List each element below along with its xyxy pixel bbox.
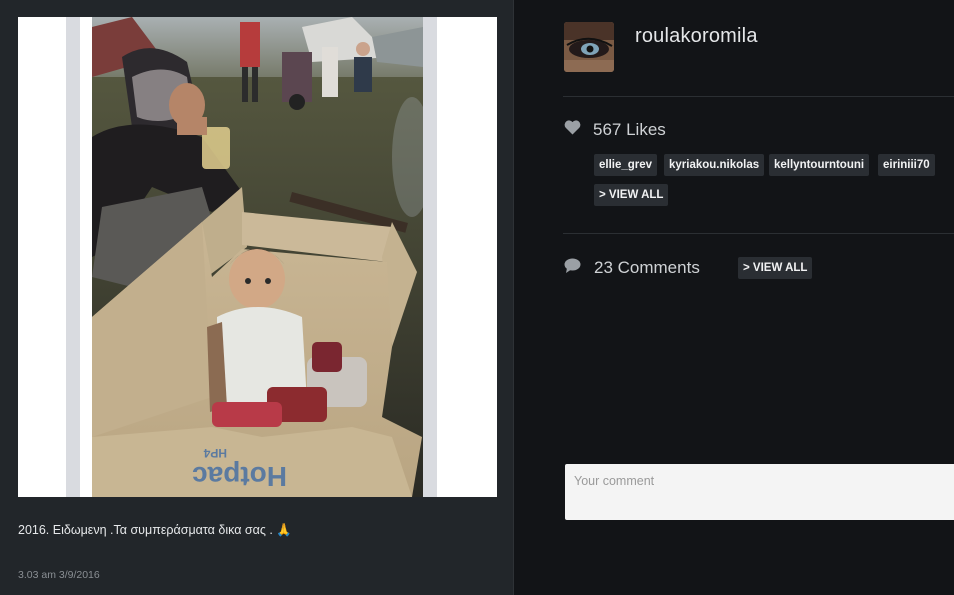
liker-tag[interactable]: ellie_grev: [594, 154, 658, 176]
post-photo-illustration: Hotpac HP4: [92, 17, 423, 497]
comments-view-all-button[interactable]: > VIEW ALL: [738, 257, 813, 279]
likes-view-all-button[interactable]: > VIEW ALL: [594, 184, 669, 206]
photo-border-left: [66, 17, 80, 497]
speech-bubble-icon: [564, 258, 581, 278]
avatar-image: [564, 22, 614, 72]
profile-avatar[interactable]: [564, 22, 614, 72]
comments-summary: 23 Comments: [564, 256, 700, 280]
post-photo[interactable]: Hotpac HP4: [92, 17, 423, 497]
svg-text:HP4: HP4: [203, 446, 227, 460]
post-caption: 2016. Ειδωμενη .Τα συμπεράσματα δικα σας…: [18, 523, 292, 537]
comment-input[interactable]: [565, 464, 954, 520]
liker-tag[interactable]: eiriniii70: [878, 154, 935, 176]
post-photo-frame[interactable]: Hotpac HP4: [18, 17, 497, 497]
svg-text:Hotpac: Hotpac: [192, 461, 287, 492]
divider-middle: [563, 233, 954, 234]
liker-tag[interactable]: kellyntourntouni: [769, 154, 870, 176]
heart-icon: [564, 120, 581, 140]
likes-count: 567 Likes: [593, 120, 666, 139]
divider-top: [563, 96, 954, 97]
liker-tag[interactable]: kyriakou.nikolas: [664, 154, 765, 176]
likes-summary: 567 Likes: [564, 119, 666, 141]
photo-border-right: [423, 17, 437, 497]
post-timestamp: 3.03 am 3/9/2016: [18, 569, 100, 581]
post-media-panel: Hotpac HP4 2016. Ειδωμενη .Τα συμπεράσμα…: [0, 0, 514, 595]
comments-count: 23 Comments: [594, 258, 700, 277]
profile-username[interactable]: roulakoromila: [635, 25, 758, 48]
